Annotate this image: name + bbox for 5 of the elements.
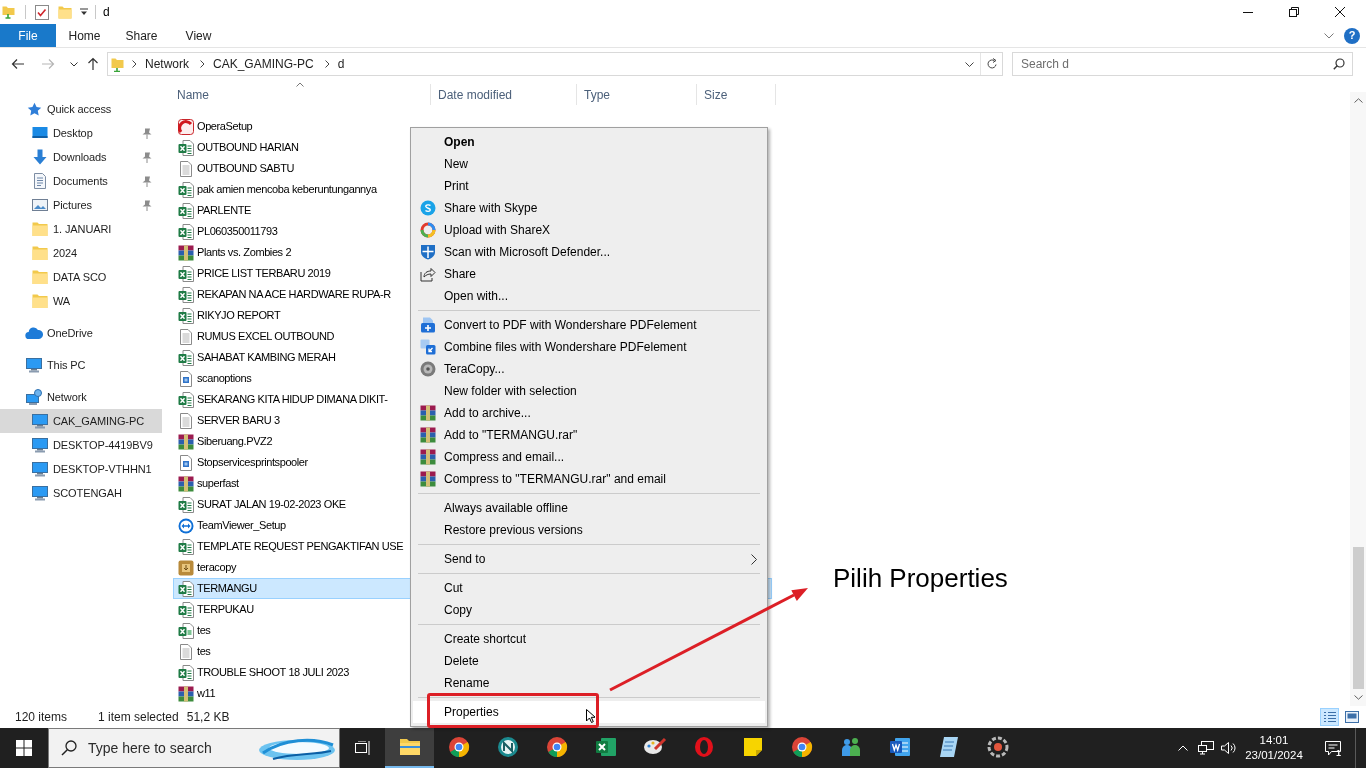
selection-count: 1 item selected	[98, 709, 179, 726]
selection-size: 51,2 KB	[186, 709, 230, 726]
annotation-text: Pilih Properties	[833, 562, 1008, 594]
window-title: d	[103, 4, 110, 21]
item-count: 120 items	[15, 709, 69, 726]
